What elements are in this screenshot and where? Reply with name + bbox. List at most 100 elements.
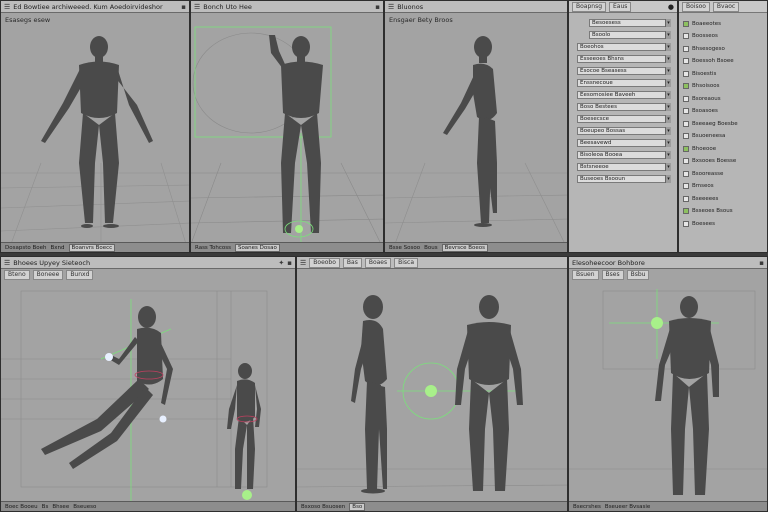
stepper-icon[interactable]: ▾ <box>665 115 671 123</box>
footer-item[interactable]: Bsxoso Bsuosen <box>301 504 345 510</box>
tab[interactable]: Bas <box>342 257 362 268</box>
viewport-side[interactable]: ☰ Bluonos Ensgaer Bety Broos Bsse Sosoo … <box>384 0 568 253</box>
menu-icon[interactable]: ☰ <box>194 3 200 11</box>
side-property-row[interactable]: Bhsesogeso <box>683 44 725 53</box>
side-property-row[interactable]: Bsseoes Bsous <box>683 207 733 216</box>
footer-item-active[interactable]: Boanvrs Boecc <box>68 243 116 252</box>
viewport-compare[interactable]: ☰ Boeobo Bas Boaes Bisca Bsxoso Bsuosen … <box>296 256 568 512</box>
scene-render[interactable] <box>569 269 768 503</box>
footer-item[interactable]: Bhsee <box>52 504 69 510</box>
tab[interactable]: Boeobo <box>309 257 340 268</box>
scene-rig[interactable] <box>191 13 384 244</box>
dot-icon[interactable]: ● <box>668 3 674 11</box>
property-field[interactable]: Boesecsce <box>577 115 669 123</box>
viewport-rig[interactable]: ☰ Bonch Uto Hee ▪ Rass Tohcoss Soanes Do… <box>190 0 384 253</box>
stepper-icon[interactable]: ▾ <box>665 103 671 111</box>
checkbox[interactable] <box>683 158 689 164</box>
side-property-row[interactable]: Boosseos <box>683 32 718 41</box>
pin-icon[interactable]: ✦ <box>278 259 284 267</box>
checkbox[interactable] <box>683 195 689 202</box>
menu-icon[interactable]: ☰ <box>388 3 394 11</box>
stepper-icon[interactable]: ▾ <box>665 19 671 27</box>
checkbox[interactable] <box>683 220 689 227</box>
checkbox[interactable] <box>683 45 689 52</box>
scene-side[interactable] <box>385 13 568 244</box>
side-property-row[interactable]: Bsooreasse <box>683 169 723 178</box>
close-icon[interactable]: ▪ <box>287 259 292 267</box>
property-field[interactable]: Esocoe Bseasess <box>577 67 669 75</box>
stepper-icon[interactable]: ▾ <box>665 79 671 87</box>
close-icon[interactable]: ▪ <box>181 3 186 11</box>
checkbox[interactable] <box>683 183 689 189</box>
close-icon[interactable]: ▪ <box>375 3 380 11</box>
property-field[interactable]: Esseeoes Bhsns <box>577 55 669 63</box>
property-field[interactable]: Buseoes Bsooun <box>577 175 669 183</box>
side-property-row[interactable]: Bmseos <box>683 182 714 191</box>
side-property-row[interactable]: Boesees <box>683 219 715 228</box>
checkbox[interactable] <box>683 108 689 114</box>
property-field[interactable]: Beesavewd <box>577 139 669 147</box>
checkbox[interactable] <box>683 58 689 64</box>
stepper-icon[interactable]: ▾ <box>665 55 671 63</box>
footer-item[interactable]: Bsse Sosoo <box>389 245 420 251</box>
checkbox[interactable] <box>683 95 689 102</box>
footer-item[interactable]: Bsecrshes <box>573 504 601 510</box>
footer-item[interactable]: Dosapsto Boeh <box>5 245 46 251</box>
side-property-row[interactable]: Bseeaeg Boesbe <box>683 119 738 128</box>
menu-icon[interactable]: ☰ <box>4 3 10 11</box>
stepper-icon[interactable]: ▾ <box>665 163 671 171</box>
checkbox[interactable] <box>683 120 689 127</box>
property-field[interactable]: Boeupeo Bossas <box>577 127 669 135</box>
stepper-icon[interactable]: ▾ <box>665 127 671 135</box>
scene-pose[interactable] <box>1 269 296 503</box>
footer-item[interactable]: Rass Tohcoss <box>195 245 231 251</box>
tab[interactable]: Boaes <box>364 257 392 268</box>
checkbox[interactable] <box>683 170 689 177</box>
property-field[interactable]: Boso Bestees <box>577 103 669 111</box>
footer-item[interactable]: Bseueso <box>73 504 96 510</box>
menu-icon[interactable]: ☰ <box>4 259 10 267</box>
stepper-icon[interactable]: ▾ <box>665 91 671 99</box>
side-property-row[interactable]: Bisoestis <box>683 69 716 78</box>
property-field[interactable]: Boeohos <box>577 43 669 51</box>
footer-item-active[interactable]: Bso <box>349 502 366 511</box>
footer-item[interactable]: Bxnd <box>50 245 64 251</box>
scene-front[interactable] <box>1 13 190 244</box>
checkbox[interactable] <box>683 133 689 139</box>
checkbox[interactable] <box>683 83 689 89</box>
footer-item-active[interactable]: Bevrsce Boeos <box>441 243 489 252</box>
stepper-icon[interactable]: ▾ <box>665 151 671 159</box>
viewport-pose[interactable]: ☰ Bhoees Upyey Sieteoch ✦ ▪ Bteno Boneee… <box>0 256 296 512</box>
checkbox[interactable] <box>683 20 689 27</box>
side-property-row[interactable]: Bsoasoes <box>683 107 718 116</box>
side-property-row[interactable]: Boessoh Bsoee <box>683 57 734 66</box>
tab-properties[interactable]: Boapnsg <box>572 1 607 12</box>
checkbox[interactable] <box>683 208 689 214</box>
viewport-front[interactable]: ☰ Ed Bowtiee archiweeed. Kum Aoedoirvide… <box>0 0 190 253</box>
property-field[interactable]: Besoesess <box>589 19 669 27</box>
property-field[interactable]: Bstsneeoe <box>577 163 669 171</box>
stepper-icon[interactable]: ▾ <box>665 31 671 39</box>
side-property-row[interactable]: Boaeeotes <box>683 19 721 28</box>
stepper-icon[interactable]: ▾ <box>665 139 671 147</box>
side-property-row[interactable]: Bsoreaous <box>683 94 721 103</box>
checkbox[interactable] <box>683 145 689 152</box>
property-field[interactable]: Bsoolo <box>589 31 669 39</box>
side-property-row[interactable]: Bsuoeneesa <box>683 132 725 141</box>
tab-view[interactable]: Bvaoc <box>712 1 740 12</box>
footer-item[interactable]: Bs <box>42 504 49 510</box>
side-property-row[interactable]: Bhoeooe <box>683 144 716 153</box>
tab[interactable]: Bisca <box>394 257 419 268</box>
property-field[interactable]: Bisoleoa Booea <box>577 151 669 159</box>
checkbox[interactable] <box>683 33 689 39</box>
side-property-row[interactable]: Bxsooes Boesse <box>683 157 736 166</box>
menu-icon[interactable]: ☰ <box>300 259 306 267</box>
footer-item[interactable]: Boec Booeu <box>5 504 38 510</box>
side-property-row[interactable]: Bhsoisoos <box>683 82 719 91</box>
stepper-icon[interactable]: ▾ <box>665 175 671 183</box>
checkbox[interactable] <box>683 70 689 77</box>
close-icon[interactable]: ▪ <box>759 259 764 267</box>
footer-item[interactable]: Bous <box>424 245 438 251</box>
footer-item-active[interactable]: Soanes Dosao <box>234 243 280 252</box>
tab-tools[interactable]: Boisoo <box>682 1 710 12</box>
